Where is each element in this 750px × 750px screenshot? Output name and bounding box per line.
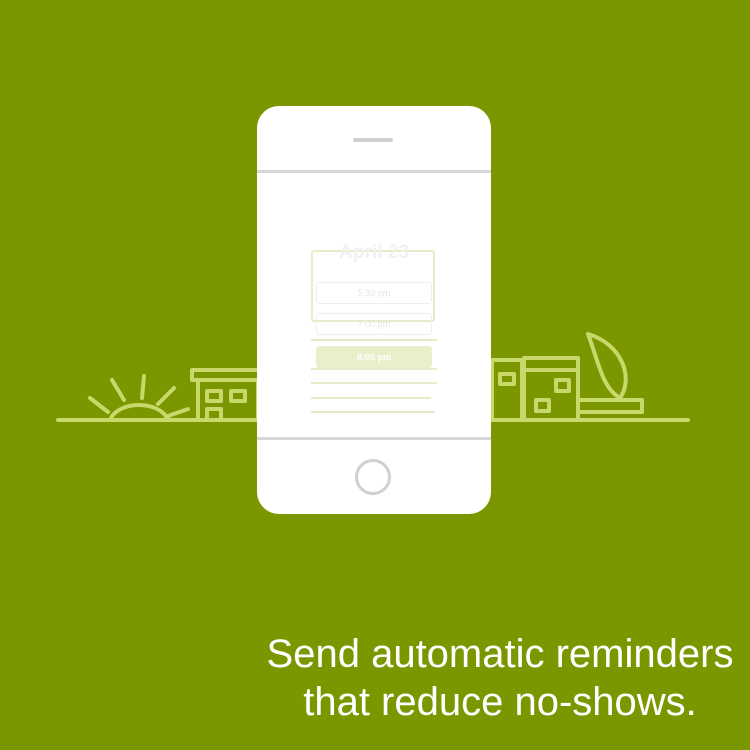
headline: Send automatic reminders that reduce no-… (240, 630, 750, 726)
screen-line (311, 382, 437, 384)
calendar-title: April 23 (339, 242, 409, 263)
time-slot-2[interactable]: 7:00 pm (316, 313, 432, 335)
building-right-icon (490, 356, 644, 422)
top-screen-divider (257, 170, 491, 173)
building-left-icon (190, 368, 264, 422)
moon-icon (586, 332, 628, 400)
home-button-icon[interactable] (355, 459, 391, 495)
screen-line (311, 368, 437, 370)
sunrise-icon (88, 374, 190, 422)
screen-line (311, 339, 437, 341)
time-slot-1[interactable]: 5:30 pm (316, 282, 432, 304)
headline-line-1: Send automatic reminders (266, 632, 734, 676)
speaker-icon (353, 138, 393, 142)
headline-line-2: that reduce no-shows. (303, 680, 697, 724)
time-slot-selected[interactable]: 8:00 pm (316, 346, 432, 368)
bottom-screen-divider (257, 437, 491, 440)
screen-line (311, 397, 431, 399)
screen-line (311, 411, 435, 413)
reminder-hero: April 23 5:30 pm 7:00 pm 8:00 pm Send au… (0, 0, 750, 750)
phone-mockup: April 23 5:30 pm 7:00 pm 8:00 pm (257, 106, 491, 514)
